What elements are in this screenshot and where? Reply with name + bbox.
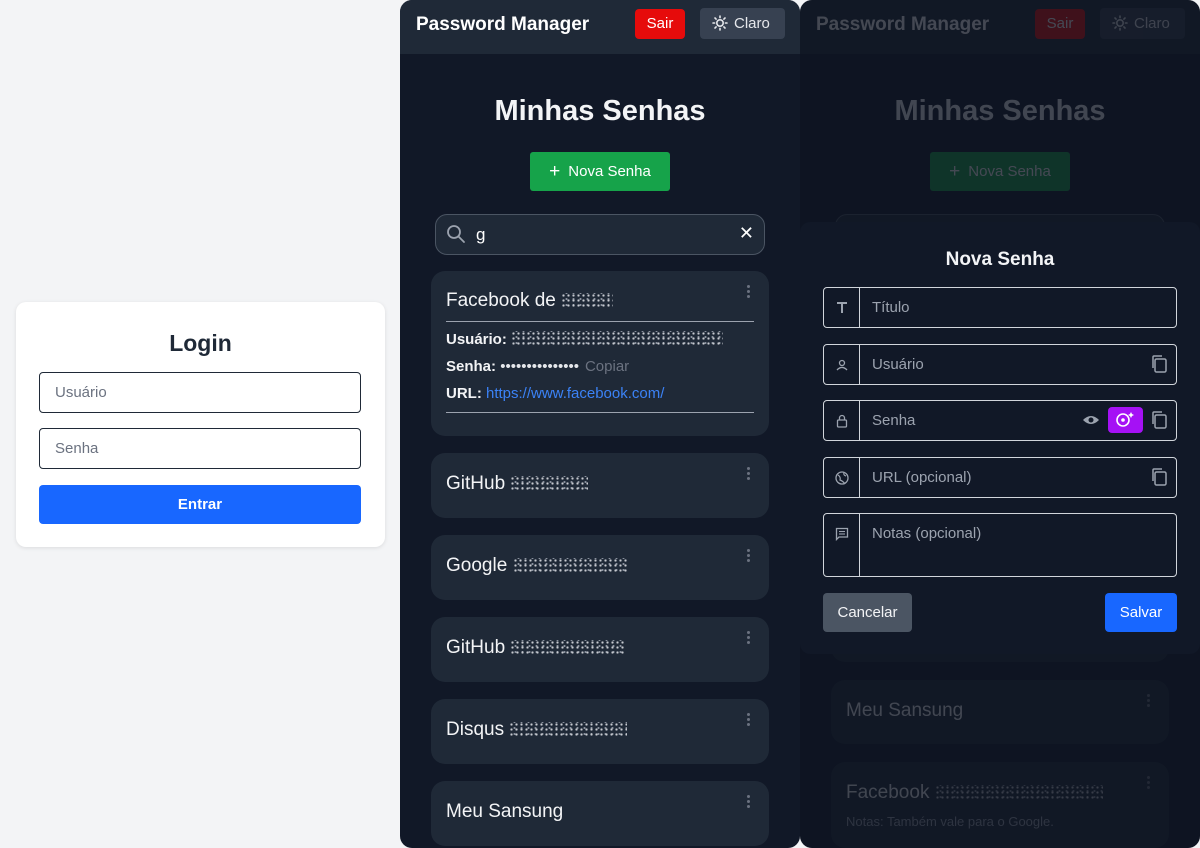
title-input[interactable]: Título <box>872 299 910 316</box>
theme-toggle-label: Claro <box>734 15 770 32</box>
new-password-modal: Nova Senha Título Usuário Senha URL (opc… <box>800 222 1200 654</box>
password-card[interactable]: GitHub <box>431 617 769 682</box>
redacted-text <box>510 476 589 490</box>
new-password-label: Nova Senha <box>568 163 651 180</box>
redacted-text <box>511 331 724 345</box>
login-screen: Login Usuário Senha Entrar <box>0 0 400 848</box>
password-field[interactable]: Senha <box>823 400 1177 441</box>
cancel-button[interactable]: Cancelar <box>823 593 912 632</box>
copy-icon[interactable] <box>1150 410 1168 430</box>
modal-title: Nova Senha <box>945 249 1055 270</box>
title-field[interactable]: Título <box>823 287 1177 328</box>
field-icon-box <box>824 345 860 384</box>
lock-icon <box>836 414 848 428</box>
username-field[interactable]: Usuário <box>823 344 1177 385</box>
card-username-row: Usuário: <box>446 331 724 348</box>
card-url-row: URL: https://www.facebook.com/ <box>446 385 665 402</box>
password-input[interactable]: Senha <box>872 412 915 429</box>
user-icon <box>836 359 848 371</box>
card-url-link[interactable]: https://www.facebook.com/ <box>486 385 664 402</box>
field-icon-box <box>824 458 860 497</box>
magic-icon <box>1116 412 1134 427</box>
password-mask: ••••••••••••••• <box>500 358 579 375</box>
save-button[interactable]: Salvar <box>1105 593 1177 632</box>
text-icon <box>837 302 847 313</box>
password-card[interactable]: Google <box>431 535 769 600</box>
more-options-icon[interactable] <box>747 795 751 810</box>
login-title: Login <box>169 330 232 356</box>
login-button[interactable]: Entrar <box>39 485 361 524</box>
username-input[interactable]: Usuário <box>872 356 924 373</box>
more-options-icon[interactable] <box>747 467 751 482</box>
page-title: Minhas Senhas <box>494 95 706 127</box>
field-icon-box <box>824 514 860 576</box>
card-divider <box>446 412 754 413</box>
card-title: GitHub <box>446 637 627 659</box>
search-input[interactable]: g <box>476 225 485 245</box>
notes-field[interactable]: Notas (opcional) <box>823 513 1177 577</box>
notes-icon <box>835 527 849 541</box>
password-list-screen: Password Manager Sair Claro Minhas Senha… <box>400 0 800 848</box>
login-card: Login Usuário Senha Entrar <box>16 302 385 547</box>
redacted-text <box>509 722 628 736</box>
new-password-button[interactable]: + Nova Senha <box>530 152 670 191</box>
password-input[interactable]: Senha <box>39 428 361 469</box>
generate-password-button[interactable] <box>1108 407 1143 433</box>
url-input[interactable]: URL (opcional) <box>872 469 972 486</box>
password-card[interactable]: Meu Sansung <box>431 781 769 846</box>
sun-icon <box>712 15 728 31</box>
search-icon <box>447 225 465 243</box>
card-divider <box>446 321 754 322</box>
theme-toggle-button[interactable]: Claro <box>700 8 785 39</box>
card-title: Disqus <box>446 719 628 741</box>
card-password-row: Senha: ••••••••••••••• Copiar <box>446 358 630 375</box>
redacted-text <box>512 558 627 572</box>
more-options-icon[interactable] <box>747 713 751 728</box>
redacted-text <box>561 293 614 307</box>
card-title: GitHub <box>446 473 589 495</box>
card-title: Meu Sansung <box>446 801 564 822</box>
search-bar[interactable]: g ✕ <box>435 214 765 255</box>
more-options-icon[interactable] <box>747 631 751 646</box>
field-icon-box <box>824 288 860 327</box>
card-title: Google <box>446 555 627 577</box>
username-input[interactable]: Usuário <box>39 372 361 413</box>
password-card[interactable]: Disqus <box>431 699 769 764</box>
globe-icon <box>835 471 849 485</box>
copy-icon[interactable] <box>1150 467 1168 487</box>
clear-search-icon[interactable]: ✕ <box>739 223 754 244</box>
field-icon-box <box>824 401 860 440</box>
password-card[interactable]: Facebook de Usuário: Senha: ••••••••••••… <box>431 271 769 436</box>
app-title: Password Manager <box>416 14 590 35</box>
more-options-icon[interactable] <box>747 285 751 300</box>
redacted-text <box>510 640 627 654</box>
copy-password-link[interactable]: Copiar <box>585 358 629 375</box>
notes-input[interactable]: Notas (opcional) <box>872 525 981 542</box>
copy-icon[interactable] <box>1150 354 1168 374</box>
plus-icon: + <box>549 161 561 182</box>
logout-button[interactable]: Sair <box>635 9 685 39</box>
more-options-icon[interactable] <box>747 549 751 564</box>
eye-icon[interactable] <box>1082 411 1100 429</box>
password-card[interactable]: GitHub <box>431 453 769 518</box>
url-field[interactable]: URL (opcional) <box>823 457 1177 498</box>
app-header: Password Manager Sair Claro <box>400 0 800 54</box>
card-title: Facebook de <box>446 290 614 312</box>
new-password-screen: Password Manager Sair Claro Minhas Senha… <box>800 0 1200 848</box>
